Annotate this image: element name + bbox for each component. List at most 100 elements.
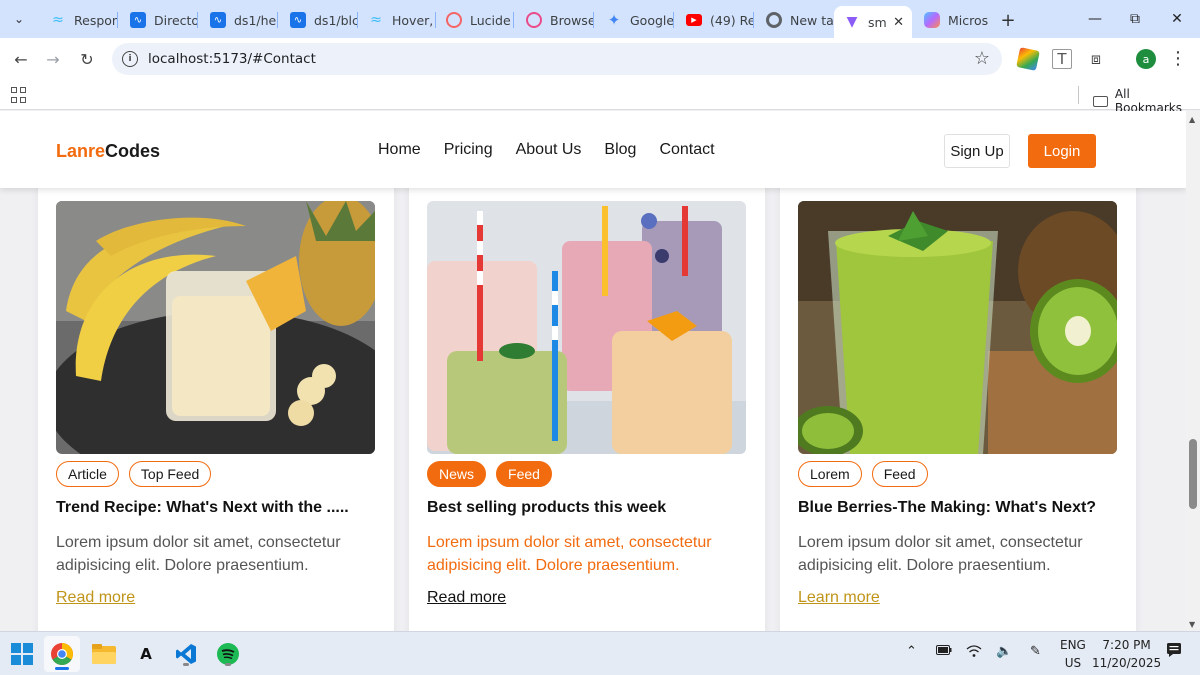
tab-5[interactable]: Lucide — [436, 6, 514, 34]
tab-6[interactable]: Browse — [516, 6, 594, 34]
windows-taskbar: A ⌃ 🔈 ✎ ENG US 7:20 PM 11/20/2025 — [0, 631, 1200, 675]
restore-icon[interactable]: ⧉ — [1112, 0, 1158, 38]
ds1-icon: ∿ — [210, 12, 226, 28]
tab-label: Browse — [550, 12, 594, 28]
tab-label: sm — [868, 14, 887, 30]
close-tab-icon[interactable]: ✕ — [893, 15, 904, 30]
spotify-icon[interactable] — [214, 640, 242, 668]
card-title: Blue Berries-The Making: What's Next? — [798, 499, 1097, 516]
blog-card-3: Lorem Feed Blue Berries-The Making: What… — [780, 151, 1136, 631]
site-header: LanreCodes Home Pricing About Us Blog Co… — [0, 111, 1186, 188]
tab-label: Hover, — [392, 12, 434, 28]
taskbar-clock[interactable]: 7:20 PM 11/20/2025 — [1092, 636, 1161, 672]
browser-toolbar: ← → ↻ i localhost:5173/#Contact ☆ T ⧈ ⋮ — [0, 38, 1200, 80]
tab-9[interactable]: New ta — [756, 6, 834, 34]
tab-label: ds1/blc — [314, 12, 358, 28]
language-indicator[interactable]: ENG US — [1060, 636, 1086, 672]
pen-icon[interactable]: ✎ — [1030, 644, 1041, 659]
volume-icon[interactable]: 🔈 — [996, 644, 1012, 659]
tailwind-icon: ≈ — [52, 12, 64, 28]
nav-about-us[interactable]: About Us — [516, 141, 582, 159]
address-bar[interactable]: i localhost:5173/#Contact ☆ — [112, 43, 1002, 75]
bookmarks-bar: All Bookmarks — [0, 80, 1200, 115]
apps-grid-icon[interactable] — [11, 87, 27, 103]
reload-icon[interactable]: ↻ — [74, 46, 100, 72]
tab-8[interactable]: ▶ (49) Re — [676, 6, 754, 34]
tag-lorem[interactable]: Lorem — [798, 461, 862, 487]
app-a-icon[interactable]: A — [132, 640, 160, 668]
color-picker-extension-icon[interactable] — [1016, 47, 1040, 71]
tag-article[interactable]: Article — [56, 461, 119, 487]
forward-arrow-icon[interactable]: → — [40, 46, 66, 72]
tab-0[interactable]: ≈ Respon — [40, 6, 118, 34]
url-text[interactable]: localhost:5173/#Contact — [148, 51, 316, 67]
copilot-icon — [924, 12, 940, 28]
bookmark-star-icon[interactable]: ☆ — [974, 48, 990, 69]
nav-pricing[interactable]: Pricing — [444, 141, 493, 159]
tab-11[interactable]: Micros — [914, 6, 992, 34]
folder-icon — [1093, 95, 1108, 107]
chevron-up-icon[interactable]: ⌃ — [906, 644, 917, 659]
card-tags: News Feed — [427, 461, 552, 487]
file-explorer-icon[interactable] — [90, 640, 118, 668]
youtube-icon: ▶ — [686, 14, 702, 26]
vscode-icon[interactable] — [172, 640, 200, 668]
ds1-icon: ∿ — [130, 12, 146, 28]
site-logo[interactable]: LanreCodes — [56, 141, 160, 162]
read-more-link[interactable]: Read more — [56, 589, 135, 607]
blog-card-2: News Feed Best selling products this wee… — [409, 151, 765, 631]
battery-icon[interactable] — [936, 644, 952, 658]
tag-feed[interactable]: Feed — [496, 461, 552, 487]
site-info-icon[interactable]: i — [122, 51, 138, 67]
tab-10-active[interactable]: ▼ sm ✕ — [834, 6, 912, 38]
profile-avatar[interactable]: a — [1136, 49, 1156, 69]
scroll-up-icon[interactable]: ▲ — [1189, 115, 1195, 124]
tab-label: Google — [630, 12, 674, 28]
card-image-kiwi-smoothie — [798, 201, 1117, 454]
scrollbar-thumb[interactable] — [1189, 439, 1197, 509]
tab-label: Lucide — [470, 12, 511, 28]
tag-top-feed[interactable]: Top Feed — [128, 461, 212, 487]
learn-more-link[interactable]: Learn more — [798, 589, 880, 607]
dribbble-icon — [526, 12, 542, 28]
menu-kebab-icon[interactable]: ⋮ — [1168, 49, 1188, 69]
tab-label: Directo — [154, 12, 198, 28]
card-text: Lorem ipsum dolor sit amet, consectetur … — [798, 534, 1083, 574]
nav-home[interactable]: Home — [378, 141, 421, 159]
tag-feed[interactable]: Feed — [871, 461, 928, 487]
tag-news[interactable]: News — [427, 461, 487, 487]
tab-4[interactable]: ≈ Hover, — [358, 6, 436, 34]
text-extension-icon[interactable]: T — [1052, 49, 1072, 69]
vite-icon: ▼ — [846, 14, 858, 30]
blog-card-1: Article Top Feed Trend Recipe: What's Ne… — [38, 151, 394, 631]
notification-icon[interactable] — [1166, 642, 1182, 661]
browser-tab-strip: ⌄ ≈ Respon ∿ Directo ∿ ds1/he ∿ ds1/blc … — [0, 0, 1200, 38]
new-tab-plus-icon[interactable]: + — [996, 8, 1020, 32]
tab-label: (49) Re — [710, 12, 754, 28]
tab-1[interactable]: ∿ Directo — [120, 6, 198, 34]
back-arrow-icon[interactable]: ← — [8, 46, 34, 72]
chrome-icon — [766, 12, 782, 28]
sign-up-button[interactable]: Sign Up — [944, 134, 1010, 168]
card-title: Best selling products this week — [427, 499, 667, 516]
nav-contact[interactable]: Contact — [659, 141, 714, 159]
ds1-icon: ∿ — [290, 12, 306, 28]
windows-start-icon[interactable] — [8, 640, 36, 668]
card-text: Lorem ipsum dolor sit amet, consectetur … — [427, 534, 712, 574]
tab-3[interactable]: ∿ ds1/blc — [280, 6, 358, 34]
tab-7[interactable]: ✦ Google — [596, 6, 674, 34]
nav-blog[interactable]: Blog — [604, 141, 636, 159]
read-more-link[interactable]: Read more — [427, 589, 506, 607]
tab-2[interactable]: ∿ ds1/he — [200, 6, 278, 34]
extensions-puzzle-icon[interactable]: ⧈ — [1086, 49, 1106, 69]
main-nav: Home Pricing About Us Blog Contact — [378, 141, 715, 159]
wifi-icon[interactable] — [966, 644, 982, 661]
scroll-down-icon[interactable]: ▼ — [1189, 620, 1195, 629]
chrome-taskbar-icon[interactable] — [44, 636, 80, 672]
login-button[interactable]: Login — [1028, 134, 1096, 168]
close-window-icon[interactable]: ✕ — [1154, 0, 1200, 38]
card-tags: Lorem Feed — [798, 461, 928, 487]
page-scrollbar[interactable]: ▲ ▼ — [1186, 111, 1200, 631]
tab-search-chevron-icon[interactable]: ⌄ — [6, 6, 32, 32]
tab-label: New ta — [790, 12, 834, 28]
